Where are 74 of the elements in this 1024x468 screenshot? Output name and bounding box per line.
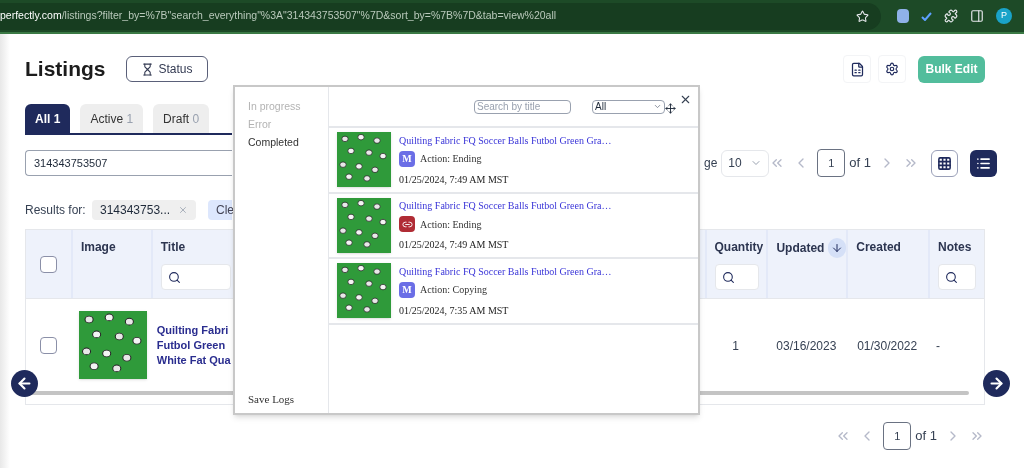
page-total: of 1 <box>849 154 872 173</box>
search-icon <box>721 270 735 284</box>
move-icon[interactable] <box>665 103 676 114</box>
puzzle-icon[interactable] <box>944 9 958 23</box>
action-text: Action: Ending <box>420 217 482 232</box>
tab[interactable]: All 1 <box>25 104 71 133</box>
action-text: Action: Copying <box>420 283 487 298</box>
page-field[interactable]: 1 <box>817 149 846 177</box>
created-date: 01/30/2022 <box>857 339 918 353</box>
csv-file-icon <box>849 61 865 77</box>
save-logs-button[interactable]: Save Logs <box>248 390 328 407</box>
sort-down-icon[interactable] <box>828 238 847 258</box>
bookmark-star-icon[interactable] <box>856 9 869 23</box>
url-path: /listings?filter_by=%7B"search_everything"%3A"314343753507"%7D&sort_by=%7B%7D&tab=view%20all <box>61 9 557 22</box>
marketplace-badge: M <box>399 281 415 298</box>
log-entry-title[interactable]: Quilting Fabric FQ Soccer Balls Futbol Green Gra… <box>399 263 612 279</box>
arrow-right-icon <box>988 375 1005 392</box>
column-header[interactable]: Notes <box>938 238 972 256</box>
updated-date: 03/16/2023 <box>776 339 837 353</box>
row-checkbox[interactable] <box>39 336 57 354</box>
filter-chip[interactable]: 314343753... <box>92 200 196 220</box>
action-text: Action: Ending <box>420 152 482 167</box>
status-filter[interactable]: Completed <box>248 133 328 151</box>
scroll-left-button[interactable] <box>11 370 38 397</box>
log-entry-title[interactable]: Quilting Fabric FQ Soccer Balls Futbol Green Gra… <box>399 132 612 148</box>
close-icon[interactable] <box>679 93 692 106</box>
column-header[interactable]: Quantity <box>714 238 764 256</box>
column-search-field[interactable] <box>160 264 231 290</box>
extension-icon[interactable] <box>897 9 909 23</box>
column-search-field[interactable] <box>714 264 759 290</box>
list-view-button[interactable] <box>970 149 998 177</box>
select-all-checkbox[interactable] <box>39 255 57 273</box>
page-title: Listings <box>25 56 107 83</box>
search-icon <box>945 270 959 284</box>
sidebar-icon[interactable] <box>970 9 984 23</box>
check-icon[interactable] <box>921 11 932 21</box>
csv-export-button[interactable] <box>843 55 871 83</box>
chevron-down-icon <box>653 102 662 111</box>
arrow-left-icon <box>16 375 33 392</box>
log-entry-date: 01/25/2024, 7:35 AM MST <box>399 303 510 318</box>
notes-cell: - <box>936 339 941 353</box>
column-header[interactable]: Created <box>856 238 901 256</box>
scroll-right-button[interactable] <box>983 370 1010 397</box>
column-header[interactable]: Updated <box>776 239 825 257</box>
column-search-field[interactable] <box>938 264 977 290</box>
list-icon <box>976 155 992 171</box>
status-select[interactable]: All <box>592 99 665 114</box>
address-bar[interactable]: perfectly.com/listings?filter_by=%7B"search_everything"%3A"314343753507"%7D&sort_by=%7B%7D&tab=view%20all <box>0 2 881 30</box>
grid-icon <box>937 155 953 171</box>
status-button[interactable]: Status <box>126 56 208 82</box>
tab[interactable]: Active 1 <box>80 104 144 133</box>
tab[interactable]: Draft 0 <box>153 104 210 133</box>
per-page-select[interactable]: 10 <box>721 149 770 177</box>
hourglass-icon <box>141 62 155 76</box>
settings-button[interactable] <box>878 55 906 83</box>
link-icon <box>399 216 415 233</box>
page-total: of 1 <box>915 427 937 446</box>
clear-button[interactable]: Cle <box>208 200 232 220</box>
settings-icon <box>885 62 899 76</box>
remove-icon[interactable] <box>178 204 188 216</box>
quantity-cell: 1 <box>732 339 739 353</box>
column-header[interactable]: Title <box>160 238 186 256</box>
grid-view-button[interactable] <box>931 149 959 177</box>
results-label: Results for: <box>25 202 87 219</box>
log-entry-title[interactable]: Quilting Fabric FQ Soccer Balls Futbol Green Gra… <box>399 198 612 214</box>
url-domain: perfectly.com <box>0 9 62 22</box>
per-page-label: ge <box>704 155 718 172</box>
log-entry-date: 01/25/2024, 7:49 AM MST <box>399 172 510 187</box>
search-field[interactable]: 314343753507 <box>25 150 232 176</box>
search-icon <box>167 270 181 284</box>
log-entry-date: 01/25/2024, 7:49 AM MST <box>399 238 510 253</box>
column-header[interactable]: Image <box>80 238 116 256</box>
page-field[interactable]: 1 <box>883 422 912 450</box>
marketplace-badge: M <box>399 150 415 167</box>
